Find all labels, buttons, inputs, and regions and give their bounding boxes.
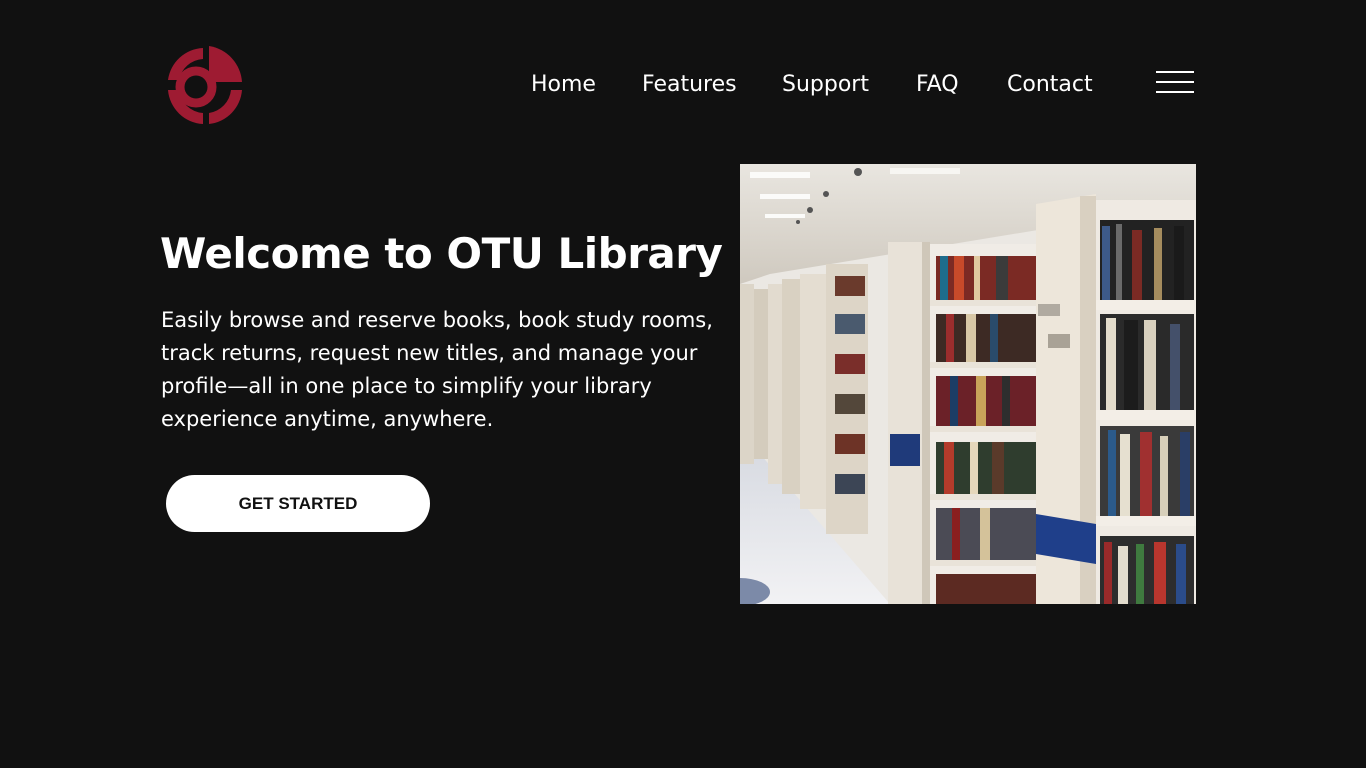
hamburger-menu-icon[interactable]: [1155, 70, 1196, 96]
get-started-button[interactable]: GET STARTED: [166, 475, 430, 532]
library-bookshelves-photo: [740, 164, 1196, 604]
main-nav: Home Features Support FAQ Contact: [500, 68, 1100, 102]
logo[interactable]: [165, 44, 245, 126]
nav-features[interactable]: Features: [642, 68, 737, 102]
page-title: Welcome to OTU Library: [160, 229, 723, 278]
landing-page: Home Features Support FAQ Contact Welcom…: [0, 0, 1366, 768]
hero-description: Easily browse and reserve books, book st…: [161, 308, 713, 431]
nav-faq[interactable]: FAQ: [916, 68, 959, 102]
target-logo-icon: [168, 46, 242, 124]
nav-support[interactable]: Support: [782, 68, 869, 102]
nav-home[interactable]: Home: [531, 68, 596, 102]
nav-contact[interactable]: Contact: [1007, 68, 1093, 102]
